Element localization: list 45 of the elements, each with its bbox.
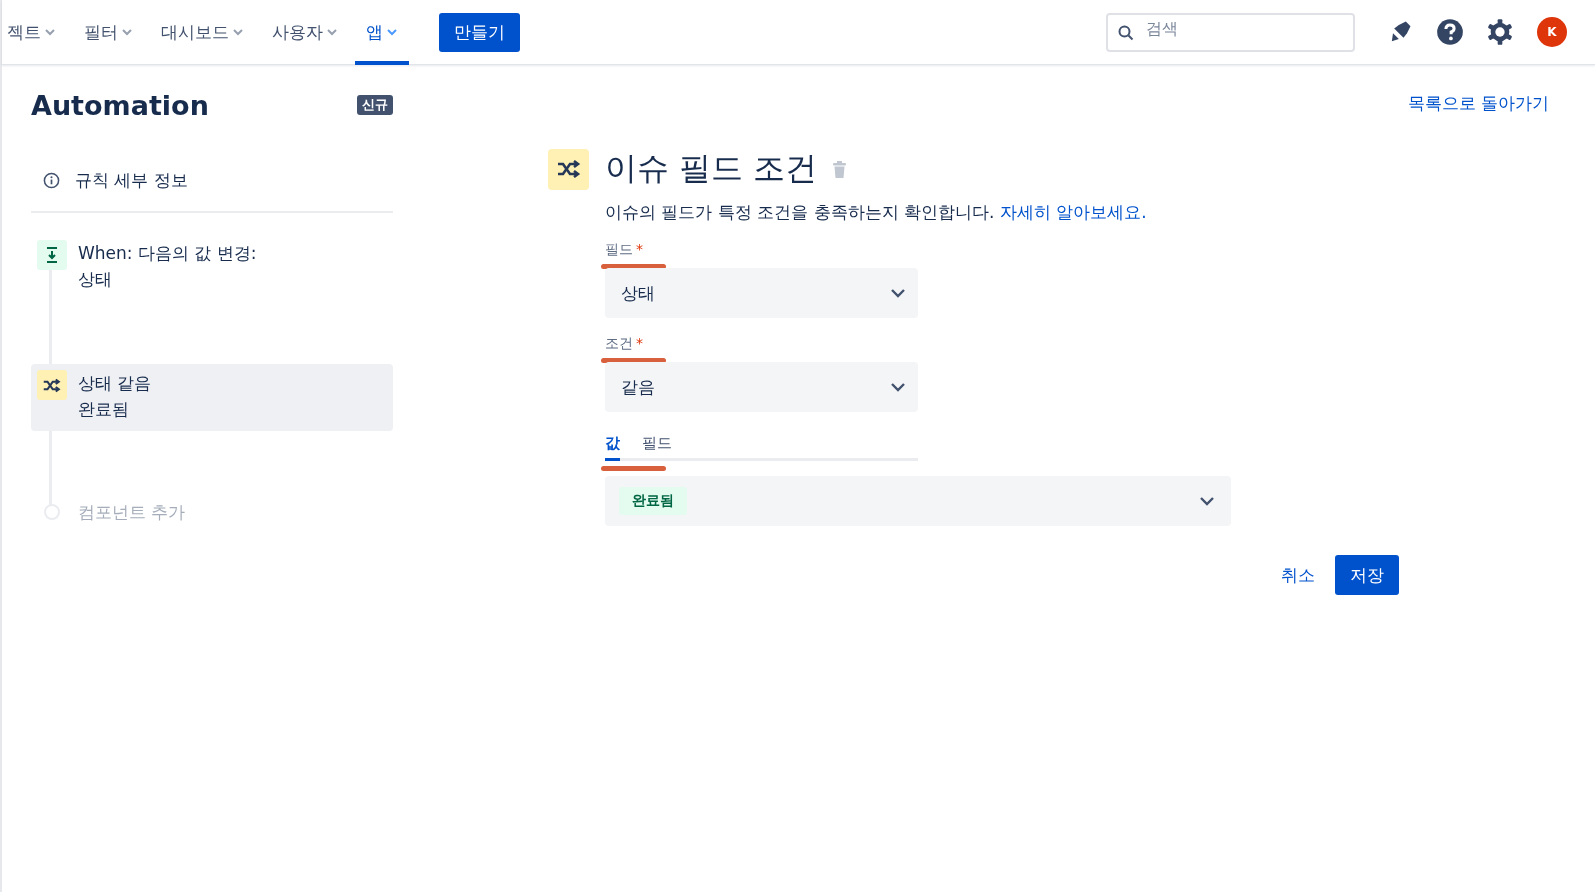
rule-step-item[interactable]: When: 다음의 값 변경: 상태 [31,240,393,307]
nav-menu-item[interactable]: 필터 [73,0,144,65]
user-avatar[interactable]: K [1537,17,1567,47]
rule-step-item[interactable]: 상태 같음 완료됨 [31,364,393,431]
nav-menu-item[interactable]: 앱 [355,0,409,65]
step-label: 상태 같음 완료됨 [78,372,152,421]
shuffle-icon [548,148,589,190]
tab[interactable]: 필드 [642,434,672,461]
sidebar-title: Automation [31,89,209,121]
add-component-label: 컴포넌트 추가 [78,501,186,524]
dropdown-select[interactable]: 상태 [605,268,918,318]
description-text: 이슈의 필드가 특정 조건을 충족하는지 확인합니다. 자세히 알아보세요. [605,201,1148,224]
rule-details-label: 규칙 세부 정보 [75,168,188,192]
required-asterisk: * [636,241,643,259]
new-badge: 신규 [357,95,393,115]
cancel-button[interactable]: 취소 [1277,563,1319,587]
save-button[interactable]: 저장 [1335,555,1399,595]
search-field[interactable]: 검색 [1106,12,1355,52]
required-asterisk: * [636,335,643,353]
dropdown-select[interactable]: 완료됨 [605,476,1231,526]
field-label: 필드 [605,241,633,259]
nav-menu-item[interactable]: 사용자 [261,0,349,65]
chevron-down-icon [121,26,133,38]
dropdown-select[interactable]: 같음 [605,362,918,412]
chevron-down-icon [232,26,244,38]
chevron-down-icon [386,26,398,38]
chevron-down-icon [326,26,338,38]
chevron-down-icon [44,26,56,38]
rule-details-item[interactable]: 규칙 세부 정보 [31,162,393,198]
field-label: 조건 [605,335,633,353]
settings-icon[interactable] [1486,18,1514,46]
panel-title: 이슈 필드 조건 [605,148,818,189]
back-to-list-link[interactable]: 목록으로 돌아가기 [1407,92,1549,115]
tab[interactable]: 값 [605,434,620,461]
nav-menu-item[interactable]: 젝트 [0,0,67,65]
status-tag: 완료됨 [619,487,687,515]
trigger-icon [37,240,67,270]
shuffle-icon [37,370,67,400]
nav-menu-item[interactable]: 대시보드 [150,0,255,65]
learn-more-link[interactable]: 자세히 알아보세요. [999,202,1147,222]
help-icon[interactable] [1436,18,1464,46]
info-icon [43,171,60,189]
step-label: When: 다음의 값 변경: 상태 [78,242,257,291]
annotation-underline [601,466,666,471]
create-button[interactable]: 만들기 [439,12,520,52]
